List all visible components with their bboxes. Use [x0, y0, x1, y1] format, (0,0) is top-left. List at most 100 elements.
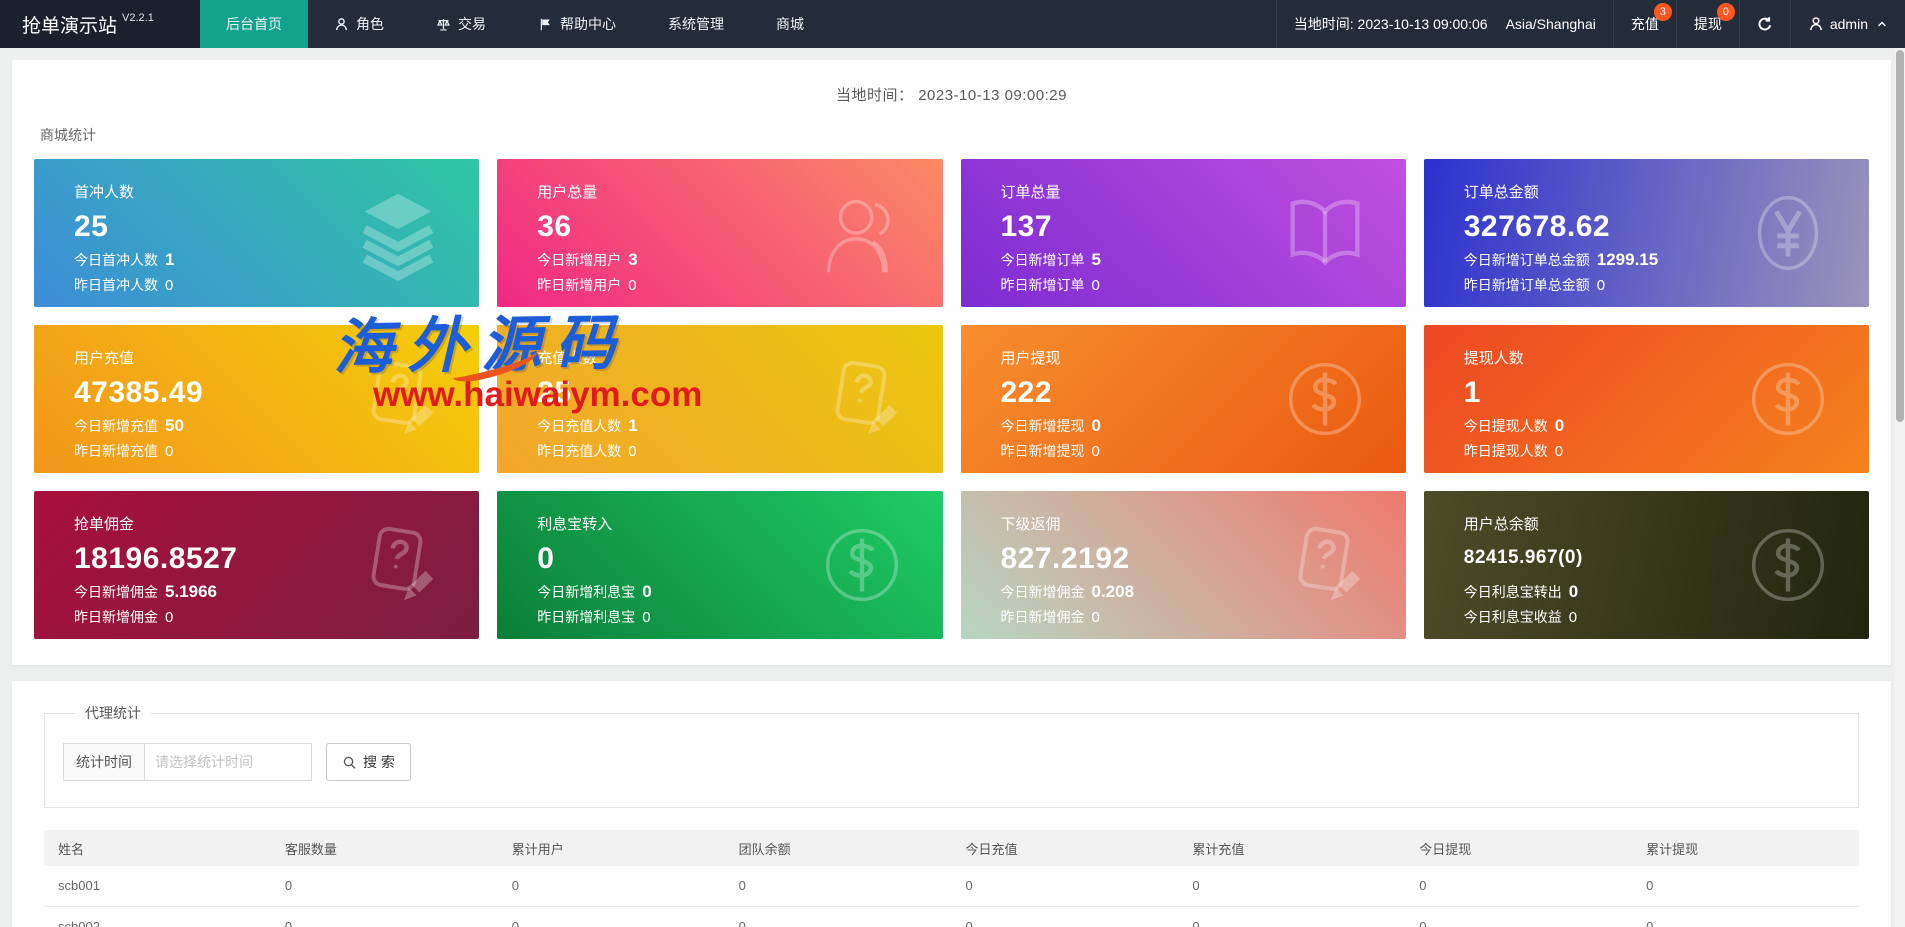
app-version: V2.2.1: [122, 12, 154, 24]
agent-table: 姓名客服数量累计用户团队余额今日充值累计充值今日提现累计提现 scb001000…: [44, 830, 1859, 927]
menu-item-label: 后台首页: [226, 14, 282, 34]
dollar-icon: [813, 516, 911, 614]
table-header-cell: 今日充值: [952, 830, 1179, 866]
stat-card-total-orders: 订单总量137今日新增订单5昨日新增订单0: [961, 159, 1406, 307]
stat-card-user-total-balance: 用户总余额82415.967(0)今日利息宝转出0今日利息宝收益0: [1424, 491, 1869, 639]
card-subline-label: 昨日提现人数: [1464, 443, 1548, 459]
layers-icon: [349, 184, 447, 282]
card-subline-label: 今日提现人数: [1464, 418, 1548, 434]
table-header-cell: 累计提现: [1632, 830, 1859, 866]
table-row: scb0020000000: [44, 906, 1859, 927]
panel-time-label: 当地时间：: [836, 87, 914, 104]
filter-label: 统计时间: [63, 743, 144, 781]
table-cell: 0: [1632, 866, 1859, 906]
card-subline-label: 今日新增利息宝: [537, 584, 635, 600]
card-subline-value: 0: [165, 609, 173, 626]
docedit-icon: [349, 516, 447, 614]
table-cell: 0: [271, 866, 498, 906]
main-content: 当地时间： 2023-10-13 09:00:29 商城统计 首冲人数25今日首…: [0, 48, 1905, 927]
mall-stats-panel: 当地时间： 2023-10-13 09:00:29 商城统计 首冲人数25今日首…: [12, 60, 1891, 665]
agent-stats-fieldset: 代理统计 统计时间 搜 索: [44, 703, 1859, 808]
card-subline-value: 0: [165, 443, 173, 460]
timezone-text: Asia/Shanghai: [1506, 16, 1596, 32]
recharge-nav-button[interactable]: 充值 3: [1613, 0, 1676, 48]
table-cell: 0: [1405, 906, 1632, 927]
menu-item-label: 帮助中心: [560, 14, 616, 34]
local-time: 当地时间: 2023-10-13 09:00:06 Asia/Shanghai: [1276, 0, 1613, 48]
card-subline-label: 今日新增佣金: [74, 584, 158, 600]
app-title: 抢单演示站: [22, 11, 117, 38]
page-scrollbar: [1895, 48, 1905, 927]
user-icon: [334, 17, 349, 32]
refresh-button[interactable]: [1739, 0, 1790, 48]
card-subline-label: 今日首冲人数: [74, 252, 158, 268]
filter-row: 统计时间 搜 索: [63, 743, 1840, 781]
menu-item-label: 系统管理: [668, 14, 724, 34]
search-button-label: 搜 索: [363, 752, 395, 772]
table-cell: 0: [1178, 906, 1405, 927]
menu-item-system[interactable]: 系统管理: [642, 0, 750, 48]
table-cell: 0: [1632, 906, 1859, 927]
card-subline-label: 昨日首冲人数: [74, 277, 158, 293]
card-subline-label: 昨日新增佣金: [74, 609, 158, 625]
table-cell: 0: [1405, 866, 1632, 906]
dollar-icon: [1739, 350, 1837, 448]
table-cell: scb001: [44, 866, 271, 906]
card-subline-label: 昨日充值人数: [537, 443, 621, 459]
menu-item-home[interactable]: 后台首页: [200, 0, 308, 48]
menu-item-trade[interactable]: 交易: [410, 0, 512, 48]
card-subline-label: 今日新增佣金: [1001, 584, 1085, 600]
person-icon: [813, 184, 911, 282]
card-subline-label: 今日新增订单总金额: [1464, 252, 1590, 268]
stat-time-input[interactable]: [144, 743, 312, 781]
stat-card-interest-transfer-in: 利息宝转入0今日新增利息宝0昨日新增利息宝0: [497, 491, 942, 639]
menu-item-mall[interactable]: 商城: [750, 0, 830, 48]
card-subline-label: 今日利息宝收益: [1464, 609, 1562, 625]
table-header-cell: 累计充值: [1178, 830, 1405, 866]
card-subline-label: 昨日新增充值: [74, 443, 158, 459]
stat-card-withdraw-users: 提现人数1今日提现人数0昨日提现人数0: [1424, 325, 1869, 473]
card-subline-value: 0: [642, 609, 650, 626]
stat-card-first-charge-users: 首冲人数25今日首冲人数1昨日首冲人数0: [34, 159, 479, 307]
menu-item-label: 角色: [356, 14, 384, 34]
table-cell: 0: [952, 866, 1179, 906]
card-subline-value: 1: [165, 250, 174, 269]
table-header-cell: 团队余额: [725, 830, 952, 866]
card-subline-label: 今日新增用户: [537, 252, 621, 268]
table-cell: 0: [725, 906, 952, 927]
table-cell: 0: [725, 866, 952, 906]
agent-table-header-row: 姓名客服数量累计用户团队余额今日充值累计充值今日提现累计提现: [44, 830, 1859, 866]
card-subline-value: 50: [165, 416, 184, 435]
card-subline-value: 0: [1092, 443, 1100, 460]
card-subline-value: 0: [1092, 416, 1101, 435]
top-navbar: 抢单演示站 V2.2.1 后台首页 角色 交易 帮助中心 系统管理 商城 当地时间: 20…: [0, 0, 1905, 48]
card-subline-label: 昨日新增利息宝: [537, 609, 635, 625]
card-subline-value: 0: [1597, 277, 1605, 294]
card-subline-value: 0.208: [1092, 582, 1135, 601]
user-menu[interactable]: admin: [1790, 0, 1905, 48]
menu-item-help[interactable]: 帮助中心: [512, 0, 642, 48]
card-subline-value: 0: [165, 277, 173, 294]
card-subline-label: 昨日新增佣金: [1001, 609, 1085, 625]
flag-icon: [538, 17, 553, 32]
stat-cards-grid: 首冲人数25今日首冲人数1昨日首冲人数0用户总量36今日新增用户3昨日新增用户0…: [34, 159, 1869, 639]
table-header-cell: 今日提现: [1405, 830, 1632, 866]
docedit-icon: [1276, 516, 1374, 614]
search-button[interactable]: 搜 索: [326, 743, 411, 781]
user-icon: [1808, 16, 1824, 32]
card-subline-label: 昨日新增订单: [1001, 277, 1085, 293]
card-subline-label: 今日充值人数: [537, 418, 621, 434]
card-subline-value: 0: [628, 277, 636, 294]
card-subline-label: 今日新增订单: [1001, 252, 1085, 268]
table-cell: 0: [498, 906, 725, 927]
stat-card-user-recharge: 用户充值47385.49今日新增充值50昨日新增充值0: [34, 325, 479, 473]
card-subline-value: 5.1966: [165, 582, 217, 601]
card-subline-value: 0: [1569, 582, 1578, 601]
stat-card-total-order-amount: 订单总金额327678.62今日新增订单总金额1299.15昨日新增订单总金额0: [1424, 159, 1869, 307]
scrollbar-thumb[interactable]: [1896, 50, 1904, 422]
table-cell: 0: [1178, 866, 1405, 906]
card-subline-value: 0: [628, 443, 636, 460]
refresh-icon: [1757, 16, 1773, 32]
withdraw-nav-button[interactable]: 提现 0: [1676, 0, 1739, 48]
menu-item-roles[interactable]: 角色: [308, 0, 410, 48]
